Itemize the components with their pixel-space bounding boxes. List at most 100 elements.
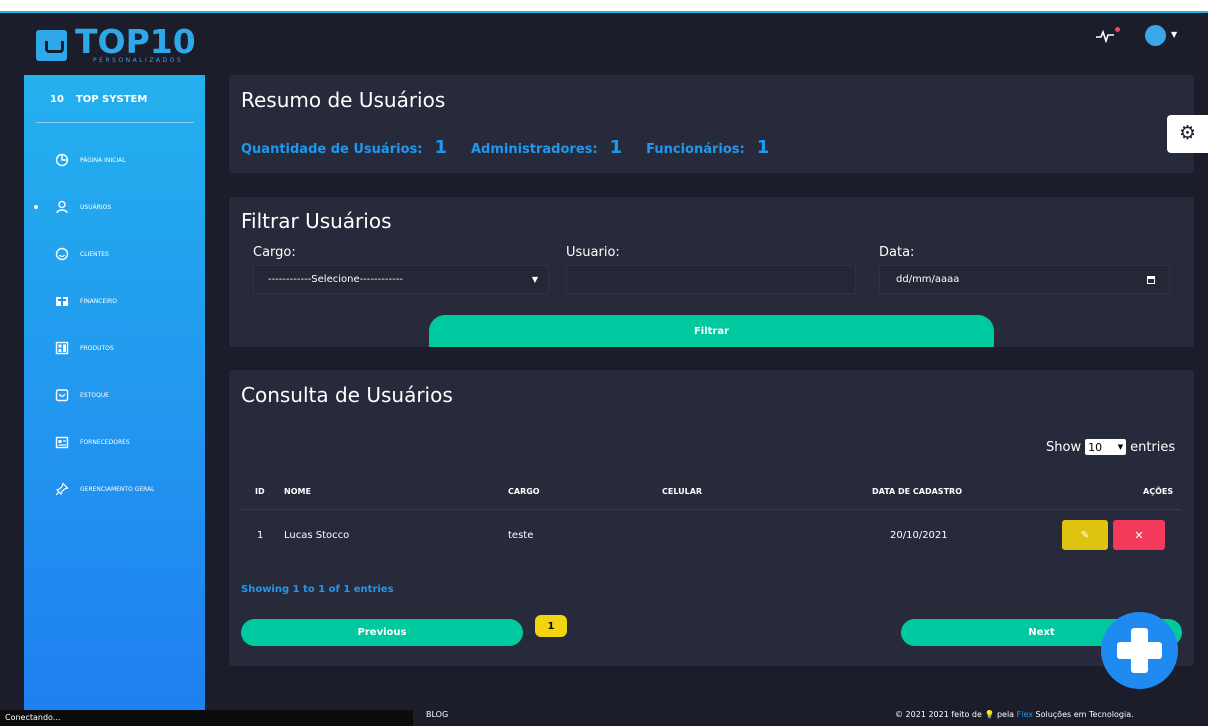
filter-button-label: Filtrar	[693, 325, 730, 337]
sidebar-divider	[36, 122, 194, 123]
sidebar-item-usuarios[interactable]: USUÁRIOS	[24, 192, 205, 222]
notification-dot	[1115, 27, 1120, 32]
activity-icon[interactable]	[1096, 29, 1114, 43]
chevron-down-icon: ▼	[1117, 443, 1124, 451]
page-number-button[interactable]: 1	[535, 615, 567, 637]
stat-label-total: Quantidade de Usuários:	[241, 142, 423, 157]
sidebar-item-label: FORNECEDORES	[80, 438, 130, 446]
pie-chart-icon	[55, 153, 69, 167]
gear-icon: ⚙	[1179, 122, 1197, 144]
consulta-title: Consulta de Usuários	[241, 383, 453, 407]
sidebar-item-label: GERENCIAMENTO GERAL	[80, 485, 155, 493]
data-input[interactable]: dd/mm/aaaa	[879, 265, 1170, 294]
stat-label-employees: Funcionários:	[646, 142, 745, 157]
summary-title: Resumo de Usuários	[241, 88, 446, 112]
user-icon	[56, 200, 68, 214]
sidebar-item-pagina-inicial[interactable]: PÁGINA INICIAL	[24, 145, 205, 175]
pin-icon	[55, 482, 69, 496]
column-header-nome[interactable]: NOME	[284, 487, 311, 496]
sidebar-item-label: PÁGINA INICIAL	[80, 156, 126, 164]
stat-value-admins: 1	[609, 137, 623, 158]
table-info: Showing 1 to 1 of 1 entries	[241, 584, 394, 595]
avatar[interactable]	[1145, 25, 1166, 46]
table-header-divider	[241, 509, 1181, 510]
logo-badge-icon	[36, 30, 67, 61]
lightbulb-icon: 💡	[984, 710, 995, 719]
cell-nome: Lucas Stocco	[284, 530, 350, 541]
sidebar-brand-short: 10	[50, 94, 64, 105]
filter-title: Filtrar Usuários	[241, 209, 392, 233]
logo-title: TOP10	[75, 22, 196, 61]
brand-logo[interactable]: TOP10 PERSONALIZADOS	[36, 22, 196, 64]
sidebar-item-fornecedores[interactable]: FORNECEDORES	[24, 427, 205, 457]
cell-cargo: teste	[508, 530, 534, 541]
footer-copyright: © 2021 2021 feito de 💡 pela Flex Soluçõe…	[895, 710, 1134, 719]
sidebar-item-label: FINANCEIRO	[80, 297, 117, 305]
footer-blog-link[interactable]: BLOG	[426, 710, 448, 719]
filter-button[interactable]: Filtrar	[429, 315, 994, 347]
sidebar: 10 TOP SYSTEM PÁGINA INICIAL USUÁRIOS CL…	[24, 75, 205, 726]
sidebar-item-gerenciamento-geral[interactable]: GERENCIAMENTO GERAL	[24, 474, 205, 504]
column-header-cargo[interactable]: CARGO	[508, 487, 540, 496]
calendar-icon[interactable]	[1147, 275, 1155, 284]
sidebar-brand-name: TOP SYSTEM	[75, 94, 148, 105]
cargo-selected-value: ------------Selecione------------	[268, 274, 403, 285]
edit-button[interactable]: ✎	[1062, 520, 1108, 550]
next-label: Next	[1028, 627, 1055, 638]
column-header-acoes: AÇÕES	[1143, 487, 1174, 496]
cargo-select[interactable]: ------------Selecione------------ ▼	[253, 265, 549, 294]
data-label: Data:	[879, 245, 915, 260]
previous-button[interactable]: Previous	[241, 619, 523, 646]
browser-status-bar: Conectando...	[0, 710, 413, 726]
cell-data-cadastro: 20/10/2021	[890, 530, 948, 541]
consulta-card: Consulta de Usuários Show 10 ▼ entries I…	[229, 370, 1194, 666]
window-top-border	[0, 0, 1208, 13]
summary-stats: Quantidade de Usuários: 1 Administradore…	[241, 137, 793, 158]
sidebar-item-produtos[interactable]: PRODUTOS	[24, 333, 205, 363]
page-length-value: 10	[1088, 440, 1103, 454]
sidebar-item-label: CLIENTES	[80, 250, 109, 258]
stat-value-total: 1	[434, 137, 447, 158]
products-icon	[55, 341, 69, 355]
logo-subtitle: PERSONALIZADOS	[93, 57, 184, 64]
sidebar-item-estoque[interactable]: ESTOQUE	[24, 380, 205, 410]
usuario-label: Usuario:	[566, 245, 620, 260]
chevron-down-icon[interactable]: ▼	[1171, 30, 1177, 39]
sidebar-item-label: PRODUTOS	[80, 344, 114, 352]
page-length-control: Show 10 ▼ entries	[1046, 439, 1175, 455]
top-navbar: TOP10 PERSONALIZADOS ▼	[0, 13, 1208, 70]
column-header-data-cadastro[interactable]: DATA DE CADASTRO	[872, 487, 962, 496]
add-fab-button[interactable]	[1101, 612, 1178, 689]
sidebar-brand[interactable]: 10 TOP SYSTEM	[50, 94, 147, 105]
column-header-id[interactable]: ID	[255, 487, 265, 496]
active-indicator	[34, 205, 38, 209]
stat-label-admins: Administradores:	[470, 142, 598, 157]
sidebar-item-label: ESTOQUE	[80, 391, 109, 399]
filter-card: Filtrar Usuários Cargo: ------------Sele…	[229, 197, 1194, 347]
close-icon: ✕	[1134, 528, 1144, 542]
sidebar-item-label: USUÁRIOS	[80, 203, 112, 211]
previous-label: Previous	[357, 627, 407, 638]
cell-id: 1	[257, 530, 264, 541]
footer-flex-link[interactable]: Flex	[1017, 710, 1033, 719]
sidebar-item-clientes[interactable]: CLIENTES	[24, 239, 205, 269]
sidebar-item-financeiro[interactable]: FINANCEIRO	[24, 286, 205, 316]
page-length-select[interactable]: 10 ▼	[1085, 439, 1127, 455]
smile-icon	[55, 247, 69, 261]
cargo-label: Cargo:	[253, 245, 296, 260]
column-header-celular[interactable]: CELULAR	[662, 487, 702, 496]
show-label: Show	[1046, 439, 1082, 455]
stat-value-employees: 1	[756, 137, 770, 158]
page-number: 1	[547, 620, 555, 632]
finance-icon	[56, 297, 68, 306]
summary-card: Resumo de Usuários Quantidade de Usuário…	[229, 75, 1194, 173]
usuario-input[interactable]	[566, 265, 856, 294]
data-placeholder: dd/mm/aaaa	[896, 274, 960, 285]
pencil-icon: ✎	[1080, 529, 1090, 541]
chevron-down-icon: ▼	[531, 275, 538, 284]
stock-icon	[55, 389, 69, 402]
suppliers-icon	[55, 436, 69, 449]
delete-button[interactable]: ✕	[1113, 520, 1165, 550]
entries-label: entries	[1130, 439, 1176, 455]
settings-button[interactable]: ⚙	[1167, 115, 1208, 153]
